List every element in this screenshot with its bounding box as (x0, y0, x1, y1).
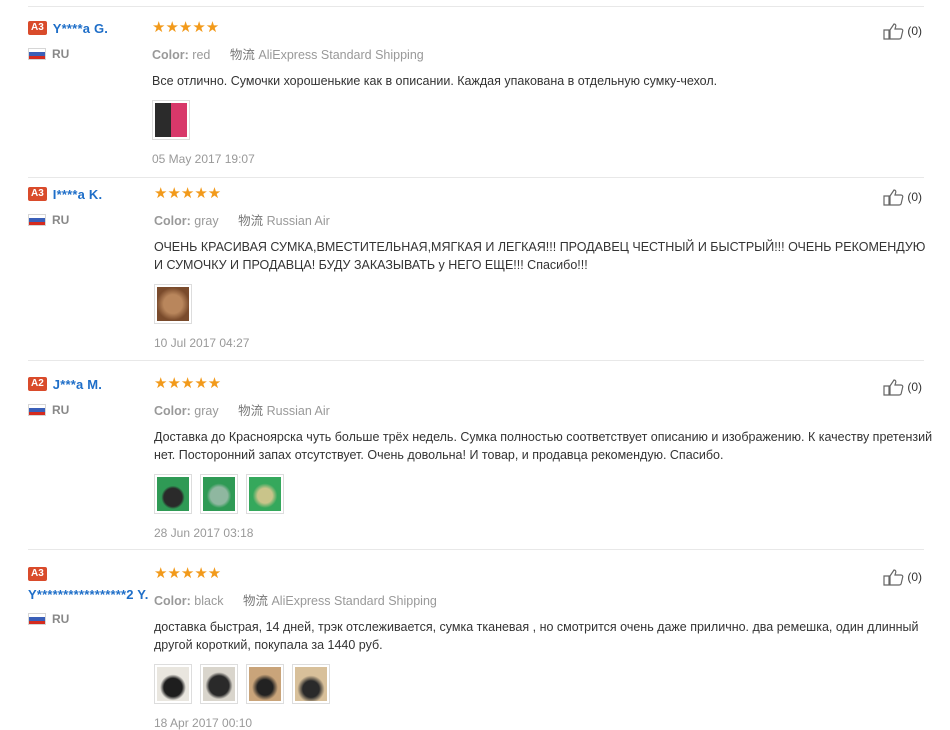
rating-stars: ★★★★★ (154, 185, 222, 202)
review-item: A2 J***a M. RU ★★★★★ Color: gray 物流 Russi… (28, 376, 932, 550)
shipping-label: 物流 (229, 48, 255, 62)
review-text: Доставка до Красноярска чуть больше трёх… (154, 430, 933, 462)
reviewer-country: RU (28, 403, 146, 417)
review-date: 18 Apr 2017 00:10 (154, 716, 253, 730)
thumbs-up-icon (883, 23, 904, 40)
review-photo-thumbnail[interactable] (246, 664, 284, 704)
review-photo-thumbnail[interactable] (154, 284, 192, 324)
country-code: RU (52, 403, 70, 417)
divider (28, 549, 924, 550)
shipping-value: Russian Air (266, 214, 330, 228)
reviewer-info: A3 Y*****************2 Y. RU (28, 566, 148, 626)
shipping-label: 物流 (238, 404, 264, 418)
color-label: Color: (154, 594, 191, 608)
review-photo-thumbnail[interactable] (200, 664, 238, 704)
buyer-level-badge: A3 (28, 567, 47, 581)
review-item: A3 Y*****************2 Y. RU ★★★★★ Color… (28, 566, 924, 730)
country-code: RU (52, 213, 70, 227)
review-item: A3 Y****a G. RU ★★★★★ Color: red 物流 AliEx… (28, 20, 924, 178)
review-photo-thumbnail[interactable] (154, 664, 192, 704)
review-content: ★★★★★ Color: red 物流 AliExpress Standard … (152, 20, 932, 166)
shipping-label: 物流 (242, 594, 268, 608)
helpful-count: (0) (907, 190, 922, 204)
buyer-level-badge: A3 (28, 187, 47, 201)
russia-flag-icon (28, 214, 46, 226)
thumbs-up-icon (883, 569, 904, 586)
review-date: 28 Jun 2017 03:18 (154, 526, 254, 540)
color-value: red (192, 48, 211, 62)
thumbs-up-icon (883, 189, 904, 206)
review-meta: Color: red 物流 AliExpress Standard Shippi… (152, 44, 932, 63)
helpful-count: (0) (907, 570, 922, 584)
review-photo-thumbnail[interactable] (152, 100, 190, 140)
color-value: black (194, 594, 224, 608)
review-meta: Color: black 物流 AliExpress Standard Ship… (154, 590, 934, 609)
russia-flag-icon (28, 613, 46, 625)
buyer-level-badge: A2 (28, 377, 47, 391)
color-value: gray (194, 214, 219, 228)
review-item: A3 I****a K. RU ★★★★★ Color: gray 物流 Russ… (28, 186, 925, 361)
color-label: Color: (152, 48, 189, 62)
helpful-button[interactable]: (0) (883, 378, 922, 396)
divider (28, 6, 924, 7)
thumbs-up-icon (883, 379, 904, 396)
review-photos (154, 284, 934, 324)
shipping-value: AliExpress Standard Shipping (271, 594, 437, 608)
review-text: ОЧЕНЬ КРАСИВАЯ СУМКА,ВМЕСТИТЕЛЬНАЯ,МЯГКА… (154, 240, 926, 272)
color-label: Color: (154, 214, 191, 228)
review-text: Все отлично. Сумочки хорошенькие как в о… (152, 74, 718, 88)
review-photo-thumbnail[interactable] (154, 474, 192, 514)
reviewer-country: RU (28, 612, 146, 626)
shipping-value: AliExpress Standard Shipping (258, 48, 424, 62)
review-meta: Color: gray 物流 Russian Air (154, 210, 934, 229)
rating-stars: ★★★★★ (154, 375, 222, 392)
russia-flag-icon (28, 404, 46, 416)
reviewer-name[interactable]: I****a K. (53, 187, 103, 202)
review-photo-thumbnail[interactable] (200, 474, 238, 514)
reviewer-name[interactable]: J***a M. (53, 377, 102, 392)
helpful-button[interactable]: (0) (883, 568, 922, 586)
helpful-button[interactable]: (0) (883, 22, 922, 40)
helpful-count: (0) (907, 380, 922, 394)
shipping-label: 物流 (238, 214, 264, 228)
country-code: RU (52, 612, 70, 626)
review-content: ★★★★★ Color: black 物流 AliExpress Standar… (154, 566, 934, 730)
rating-stars: ★★★★★ (154, 565, 222, 582)
review-photo-thumbnail[interactable] (246, 474, 284, 514)
divider (28, 360, 924, 361)
review-photos (152, 100, 932, 140)
reviewer-country: RU (28, 213, 146, 227)
review-photos (154, 664, 934, 704)
color-label: Color: (154, 404, 191, 418)
review-photo-thumbnail[interactable] (292, 664, 330, 704)
review-date: 05 May 2017 19:07 (152, 152, 255, 166)
review-text: доставка быстрая, 14 дней, трэк отслежив… (154, 620, 919, 652)
reviewer-info: A2 J***a M. RU (28, 376, 146, 417)
country-code: RU (52, 47, 70, 61)
review-meta: Color: gray 物流 Russian Air (154, 400, 934, 419)
review-content: ★★★★★ Color: gray 物流 Russian Air Доставк… (154, 376, 934, 540)
review-date: 10 Jul 2017 04:27 (154, 336, 250, 350)
shipping-value: Russian Air (266, 404, 330, 418)
review-photos (154, 474, 934, 514)
russia-flag-icon (28, 48, 46, 60)
rating-stars: ★★★★★ (152, 19, 220, 36)
reviewer-info: A3 Y****a G. RU (28, 20, 146, 61)
reviewer-country: RU (28, 47, 146, 61)
color-value: gray (194, 404, 219, 418)
helpful-button[interactable]: (0) (883, 188, 922, 206)
review-content: ★★★★★ Color: gray 物流 Russian Air ОЧЕНЬ К… (154, 186, 934, 350)
reviewer-name[interactable]: Y****a G. (53, 21, 108, 36)
reviews-list: A3 Y****a G. RU ★★★★★ Color: red 物流 AliEx… (0, 0, 950, 730)
divider (28, 177, 924, 178)
buyer-level-badge: A3 (28, 21, 47, 35)
reviewer-info: A3 I****a K. RU (28, 186, 146, 227)
helpful-count: (0) (907, 24, 922, 38)
